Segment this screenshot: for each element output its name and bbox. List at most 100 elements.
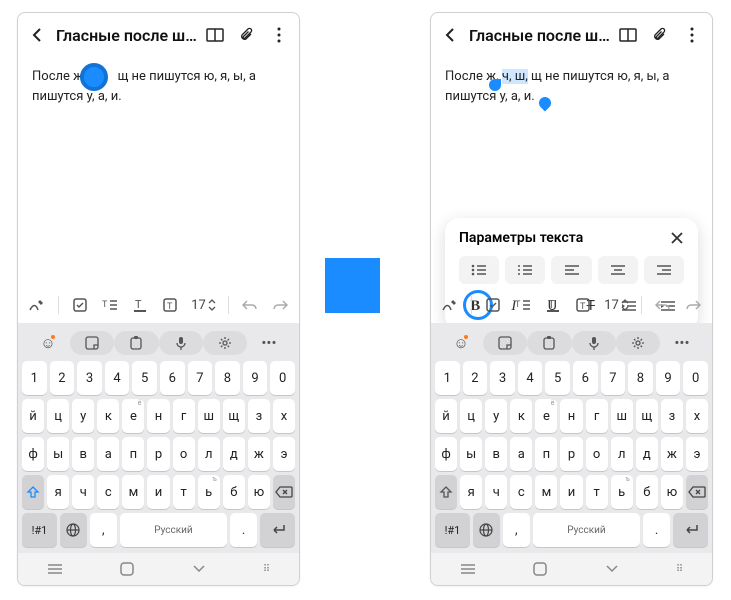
key[interactable]: а xyxy=(97,437,119,471)
key[interactable]: 9 xyxy=(243,361,268,395)
key[interactable]: э xyxy=(686,437,708,471)
reader-icon[interactable] xyxy=(201,21,229,49)
voice-icon[interactable] xyxy=(572,331,616,355)
key[interactable]: 3 xyxy=(77,361,102,395)
key[interactable]: 7 xyxy=(601,361,626,395)
key[interactable]: а xyxy=(510,437,532,471)
back-icon[interactable] xyxy=(24,21,52,49)
key[interactable]: ч xyxy=(72,475,94,509)
period-key[interactable]: . xyxy=(643,513,670,547)
key[interactable]: с xyxy=(97,475,119,509)
home-icon[interactable] xyxy=(533,562,547,576)
key[interactable]: г xyxy=(173,399,195,433)
key[interactable]: б xyxy=(223,475,245,509)
dash-list-button[interactable] xyxy=(505,256,545,284)
key[interactable]: з xyxy=(248,399,270,433)
key[interactable]: н xyxy=(560,399,582,433)
key[interactable]: д xyxy=(223,437,245,471)
emoji-icon[interactable]: ☺ xyxy=(439,334,483,352)
key[interactable]: её xyxy=(535,399,557,433)
note-editor[interactable]: После ж, ч, ш, щ не пишутся ю, я, ы, а п… xyxy=(431,57,712,116)
key[interactable]: 3 xyxy=(490,361,515,395)
key[interactable]: л xyxy=(611,437,633,471)
clipboard-icon[interactable] xyxy=(114,331,158,355)
space-key[interactable]: Русский xyxy=(120,513,228,547)
enter-key[interactable] xyxy=(673,513,708,547)
key[interactable]: 9 xyxy=(656,361,681,395)
key[interactable]: 7 xyxy=(188,361,213,395)
key[interactable]: ц xyxy=(47,399,69,433)
language-key[interactable] xyxy=(473,513,500,547)
key[interactable]: к xyxy=(510,399,532,433)
clipboard-icon[interactable] xyxy=(527,331,571,355)
key[interactable]: ф xyxy=(22,437,44,471)
key[interactable]: я xyxy=(460,475,482,509)
key[interactable]: с xyxy=(510,475,532,509)
text-format-icon[interactable]: T xyxy=(101,297,119,313)
key[interactable]: ц xyxy=(460,399,482,433)
space-key[interactable]: Русский xyxy=(533,513,641,547)
attachment-icon[interactable] xyxy=(646,21,674,49)
key[interactable]: в xyxy=(485,437,507,471)
settings-icon[interactable] xyxy=(616,331,660,355)
period-key[interactable]: . xyxy=(230,513,257,547)
key[interactable]: 8 xyxy=(628,361,653,395)
back-icon[interactable] xyxy=(437,21,465,49)
checkbox-icon[interactable] xyxy=(71,297,89,313)
attachment-icon[interactable] xyxy=(233,21,261,49)
font-color-icon[interactable]: T xyxy=(544,297,562,313)
key[interactable]: ы xyxy=(47,437,69,471)
key[interactable]: в xyxy=(72,437,94,471)
key[interactable]: ч xyxy=(485,475,507,509)
key[interactable]: т xyxy=(586,475,608,509)
close-icon[interactable] xyxy=(670,231,684,245)
key[interactable]: м xyxy=(535,475,557,509)
sticker-icon[interactable] xyxy=(483,331,527,355)
key[interactable]: я xyxy=(47,475,69,509)
more-icon[interactable] xyxy=(678,21,706,49)
comma-key[interactable]: , xyxy=(503,513,530,547)
home-icon[interactable] xyxy=(120,562,134,576)
backspace-key[interactable] xyxy=(273,475,295,509)
key[interactable]: й xyxy=(435,399,457,433)
shift-key[interactable] xyxy=(22,475,44,509)
key[interactable]: р xyxy=(147,437,169,471)
key[interactable]: 5 xyxy=(545,361,570,395)
expand-icon[interactable]: ••• xyxy=(247,334,291,352)
key[interactable]: 1 xyxy=(435,361,460,395)
redo-icon[interactable] xyxy=(271,298,289,312)
key[interactable]: ьъ xyxy=(198,475,220,509)
key[interactable]: ьъ xyxy=(611,475,633,509)
key[interactable]: щ xyxy=(636,399,658,433)
expand-icon[interactable]: ••• xyxy=(660,334,704,352)
key[interactable]: и xyxy=(560,475,582,509)
key[interactable]: 2 xyxy=(50,361,75,395)
shift-key[interactable] xyxy=(435,475,457,509)
key[interactable]: ю xyxy=(248,475,270,509)
symbols-key[interactable]: !#1 xyxy=(435,513,470,547)
key[interactable]: 6 xyxy=(573,361,598,395)
key[interactable]: и xyxy=(147,475,169,509)
more-icon[interactable] xyxy=(265,21,293,49)
key[interactable]: ш xyxy=(198,399,220,433)
checkbox-icon[interactable] xyxy=(484,297,502,313)
key[interactable]: ф xyxy=(435,437,457,471)
symbols-key[interactable]: !#1 xyxy=(22,513,57,547)
key[interactable]: ж xyxy=(661,437,683,471)
key[interactable]: э xyxy=(273,437,295,471)
voice-icon[interactable] xyxy=(159,331,203,355)
key[interactable]: н xyxy=(147,399,169,433)
key[interactable]: 8 xyxy=(215,361,240,395)
key[interactable]: о xyxy=(173,437,195,471)
back-nav-icon[interactable] xyxy=(192,564,206,574)
key[interactable]: б xyxy=(636,475,658,509)
key[interactable]: р xyxy=(560,437,582,471)
text-block-icon[interactable]: T xyxy=(161,297,179,313)
key[interactable]: м xyxy=(122,475,144,509)
redo-icon[interactable] xyxy=(684,298,702,312)
key[interactable]: з xyxy=(661,399,683,433)
handwriting-icon[interactable] xyxy=(441,296,459,314)
key[interactable]: т xyxy=(173,475,195,509)
undo-icon[interactable] xyxy=(241,298,259,312)
key[interactable]: г xyxy=(586,399,608,433)
